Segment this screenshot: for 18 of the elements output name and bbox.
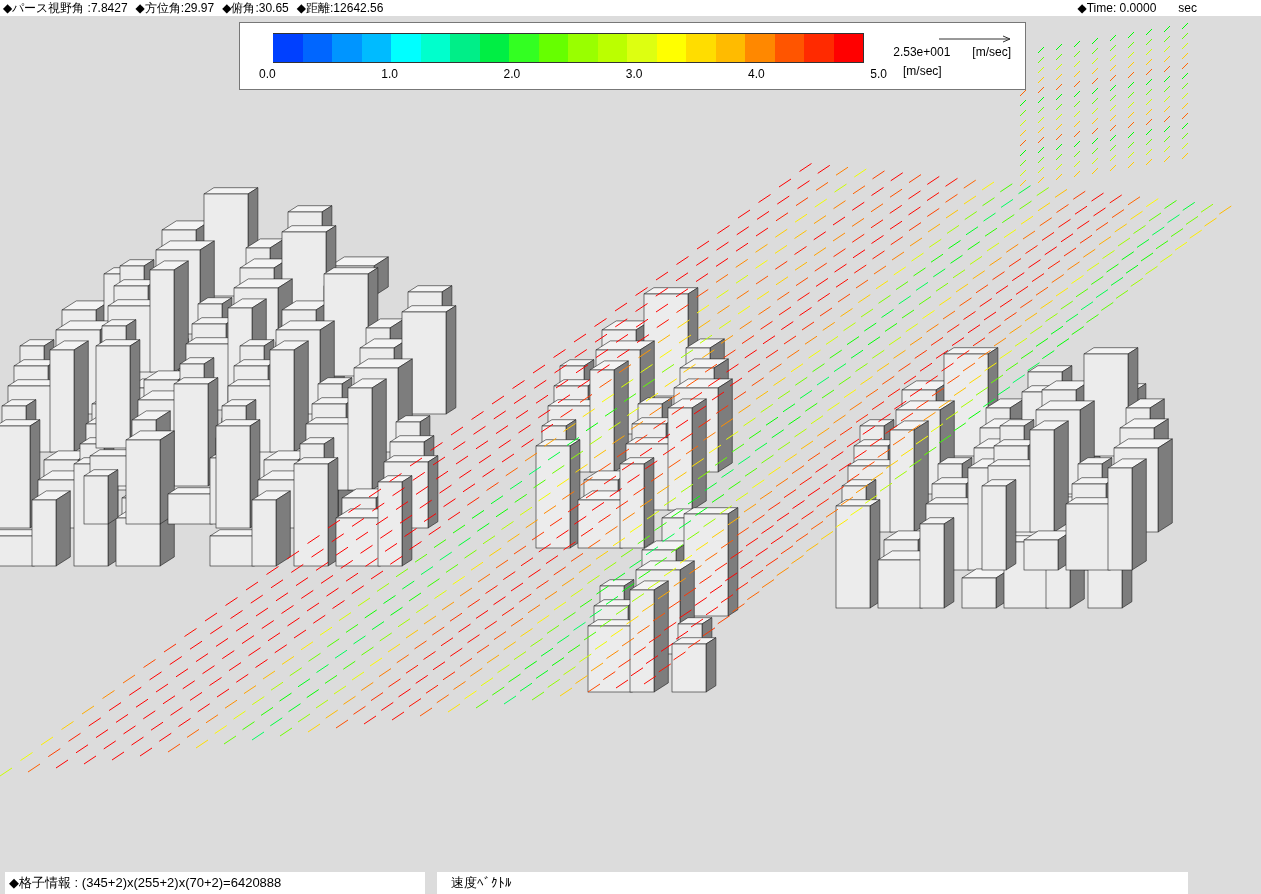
- scale-tick-label: 4.0: [748, 67, 765, 81]
- scale-tick-label: 3.0: [625, 67, 643, 81]
- scale-tick-label: 5.0: [870, 67, 887, 81]
- scale-unit: [m/sec]: [903, 64, 942, 78]
- time-unit: sec: [1178, 0, 1197, 16]
- view-parameter: ◆方位角:29.97: [135, 0, 215, 16]
- scale-tick-label: 1.0: [381, 67, 398, 81]
- scale-arrow-icon: [939, 35, 1011, 43]
- grid-info-text: ◆格子情報 : (345+2)x(255+2)x(70+2)=6420888: [5, 872, 425, 894]
- view-parameter: ◆パース視野角 :7.8427: [3, 0, 128, 16]
- reference-unit: [m/sec]: [972, 45, 1011, 59]
- view-parameter: ◆俯角:30.65: [222, 0, 289, 16]
- time-readout: ◆Time: 0.0000: [1077, 0, 1157, 16]
- view-parameter: ◆距離:12642.56: [296, 0, 384, 16]
- reference-vector-value: 2.53e+001: [893, 45, 951, 59]
- scale-tick-label: 0.0: [259, 67, 276, 81]
- display-mode-text: 速度ﾍﾞｸﾄﾙ: [437, 872, 1188, 894]
- scale-tick-label: 2.0: [503, 67, 521, 81]
